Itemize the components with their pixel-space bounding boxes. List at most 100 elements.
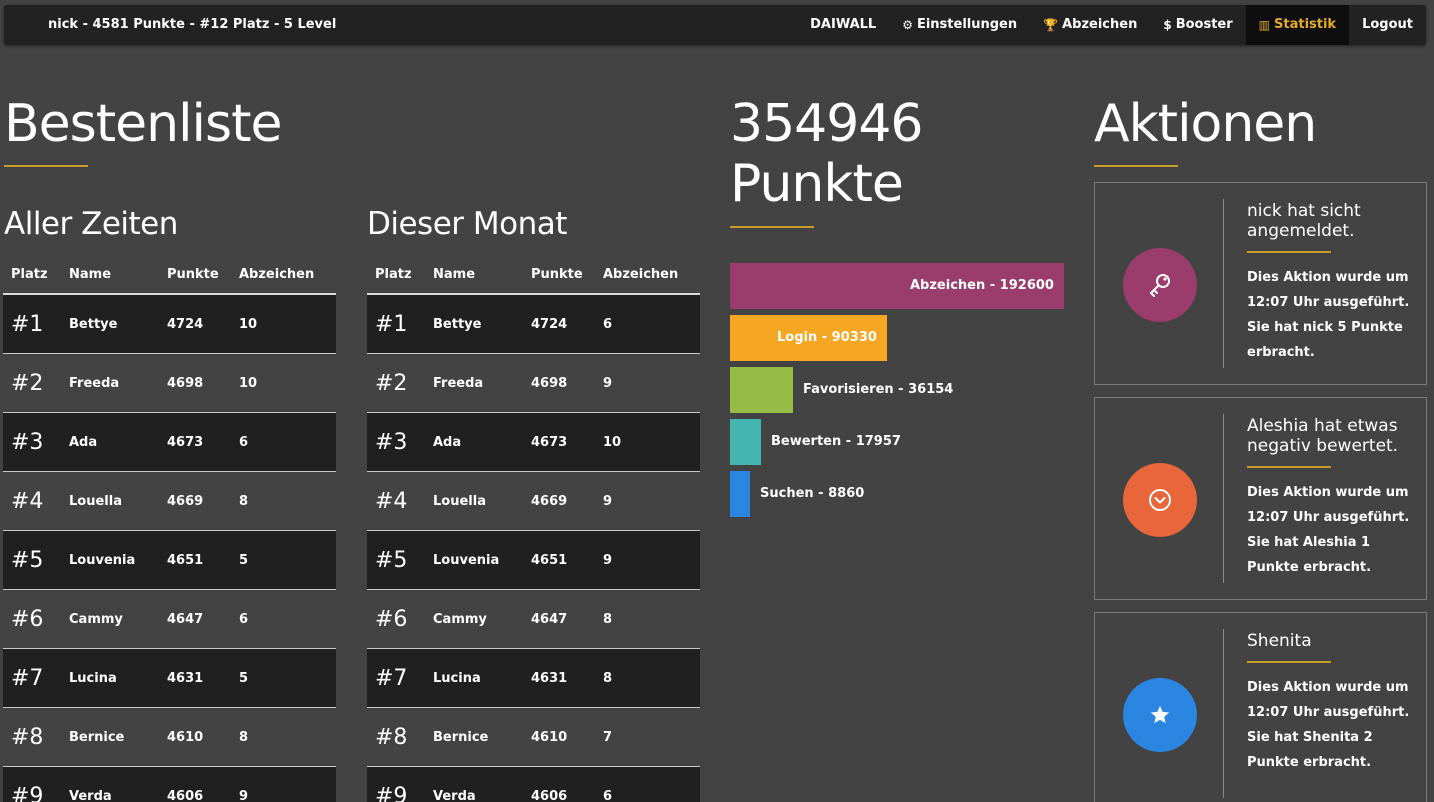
points-cell: 4647: [531, 611, 568, 627]
nav-item-label: Logout: [1362, 17, 1413, 32]
points-cell: 4724: [531, 316, 568, 332]
table-row: #2 Freeda 4698 10: [3, 354, 336, 413]
points-cell: 4610: [531, 729, 568, 745]
table-row: #5 Louvenia 4651 5: [3, 531, 336, 590]
action-title-underline: [1247, 661, 1331, 663]
rank-cell: #4: [375, 488, 408, 514]
star-icon: [1149, 704, 1171, 726]
rank-cell: #9: [11, 783, 44, 802]
table-row: #1 Bettye 4724 10: [3, 295, 336, 354]
name-cell: Verda: [433, 788, 476, 802]
divider: [1223, 414, 1224, 583]
badges-cell: 8: [603, 611, 613, 627]
title-underline: [4, 165, 88, 167]
table-header: Platz Name Punkte Abzeichen: [367, 255, 700, 295]
nav-item-daiwall[interactable]: DAIWALL: [797, 5, 889, 45]
badges-cell: 8: [239, 729, 249, 745]
column-header: Abzeichen: [239, 266, 315, 282]
all-time-title: Aller Zeiten: [4, 206, 178, 242]
name-cell: Bernice: [69, 729, 125, 745]
action-card: Aleshia hat etwas negativ bewertet. Dies …: [1094, 397, 1427, 600]
points-cell: 4606: [531, 788, 568, 802]
table-row: #6 Cammy 4647 6: [3, 590, 336, 649]
badges-cell: 9: [603, 375, 613, 391]
table-row: #4 Louella 4669 8: [3, 472, 336, 531]
points-breakdown-chart: Abzeichen - 192600 Login - 90330 Favorisie…: [730, 263, 1064, 523]
name-cell: Freeda: [69, 375, 120, 391]
table-row: #7 Lucina 4631 8: [367, 649, 700, 708]
nav-item-abzeichen[interactable]: 🏆 Abzeichen: [1030, 5, 1150, 45]
points-cell: 4698: [167, 375, 204, 391]
points-cell: 4669: [531, 493, 568, 509]
badges-cell: 9: [239, 788, 249, 802]
bar-row: Bewerten - 17957: [730, 419, 1064, 471]
action-icon-circle: [1123, 248, 1197, 322]
table-row: #9 Verda 4606 9: [3, 767, 336, 802]
gears-icon: ⚙: [902, 18, 913, 32]
divider: [1223, 199, 1224, 368]
rank-cell: #3: [375, 429, 408, 455]
action-title-underline: [1247, 251, 1331, 253]
points-cell: 4651: [531, 552, 568, 568]
bar-row: Suchen - 8860: [730, 471, 1064, 523]
table-row: #7 Lucina 4631 5: [3, 649, 336, 708]
points-cell: 4724: [167, 316, 204, 332]
badges-cell: 6: [239, 611, 249, 627]
name-cell: Louella: [433, 493, 486, 509]
name-cell: Cammy: [433, 611, 487, 627]
nav-item-logout[interactable]: Logout: [1349, 5, 1426, 45]
this-month-table: Platz Name Punkte Abzeichen #1 Bettye 4724 6 #2 F…: [367, 255, 700, 802]
rank-cell: #3: [11, 429, 44, 455]
rank-cell: #4: [11, 488, 44, 514]
rank-cell: #1: [375, 311, 408, 337]
table-row: #3 Ada 4673 6: [3, 413, 336, 472]
badges-cell: 6: [603, 316, 613, 332]
nav-item-statistik[interactable]: ▥ Statistik: [1245, 5, 1350, 45]
action-card: Shenita Dies Aktion wurde um 12:07 Uhr au…: [1094, 612, 1427, 802]
table-row: #8 Bernice 4610 7: [367, 708, 700, 767]
nav-item-einstellungen[interactable]: ⚙ Einstellungen: [889, 5, 1030, 45]
column-header: Platz: [11, 266, 48, 282]
nav-item-booster[interactable]: $ Booster: [1150, 5, 1245, 45]
badges-cell: 6: [239, 434, 249, 450]
navbar: nick - 4581 Punkte - #12 Platz - 5 Level…: [4, 5, 1426, 45]
table-row: #1 Bettye 4724 6: [367, 295, 700, 354]
badges-cell: 10: [239, 316, 258, 332]
name-cell: Cammy: [69, 611, 123, 627]
nav-item-label: Abzeichen: [1062, 17, 1138, 32]
name-cell: Louvenia: [433, 552, 500, 568]
column-header: Name: [69, 266, 112, 282]
rank-cell: #8: [375, 724, 408, 750]
points-cell: 4698: [531, 375, 568, 391]
rank-cell: #2: [11, 370, 44, 396]
bar-row: Abzeichen - 192600: [730, 263, 1064, 315]
name-cell: Louvenia: [69, 552, 136, 568]
table-row: #6 Cammy 4647 8: [367, 590, 700, 649]
rank-cell: #7: [375, 665, 408, 691]
table-row: #5 Louvenia 4651 9: [367, 531, 700, 590]
rank-cell: #2: [375, 370, 408, 396]
nav-item-label: Einstellungen: [916, 17, 1018, 32]
rank-cell: #7: [11, 665, 44, 691]
points-cell: 4673: [167, 434, 204, 450]
rank-cell: #6: [11, 606, 44, 632]
name-cell: Verda: [69, 788, 112, 802]
trophy-icon: 🏆: [1043, 18, 1059, 32]
action-title-underline: [1247, 466, 1331, 468]
table-row: #3 Ada 4673 10: [367, 413, 700, 472]
bar-label: Favorisieren - 36154: [803, 382, 954, 397]
key-icon: [1145, 270, 1175, 300]
column-header: Abzeichen: [603, 266, 679, 282]
nav-item-label: Booster: [1175, 17, 1233, 32]
badges-cell: 10: [239, 375, 258, 391]
points-unit: Punkte: [730, 154, 904, 214]
points-cell: 4606: [167, 788, 204, 802]
nav-menu: DAIWALL ⚙ Einstellungen 🏆 Abzeichen $ Booster ▥…: [797, 5, 1426, 45]
bar-label: Suchen - 8860: [760, 486, 865, 501]
badges-cell: 9: [603, 493, 613, 509]
badges-cell: 6: [603, 788, 613, 802]
bar-favorisieren: [730, 367, 793, 413]
rank-cell: #9: [375, 783, 408, 802]
points-total: 354946: [730, 94, 924, 154]
rank-cell: #5: [11, 547, 44, 573]
